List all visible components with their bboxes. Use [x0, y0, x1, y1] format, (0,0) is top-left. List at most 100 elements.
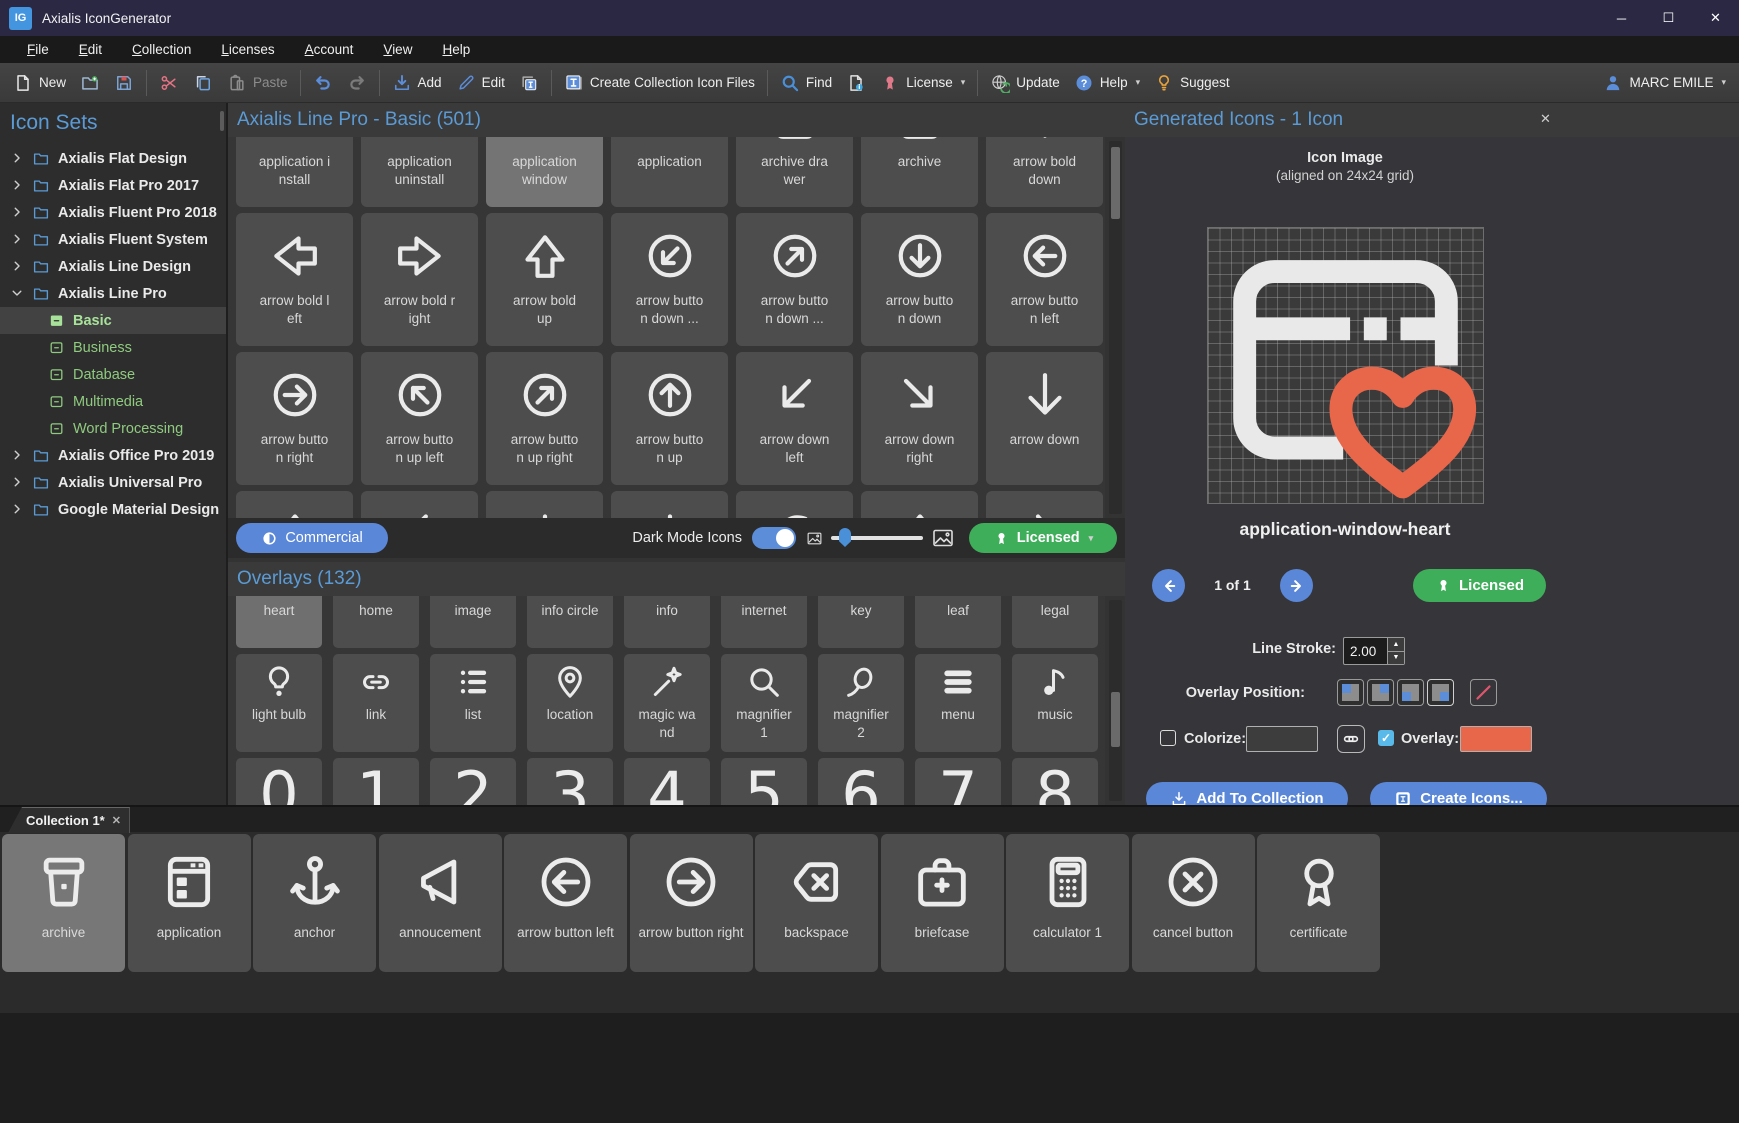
minimize-button[interactable]: ─	[1598, 0, 1645, 36]
icon-set-axialis-flat-pro-2017[interactable]: Axialis Flat Pro 2017	[0, 172, 226, 199]
overlay-tile-digit-3[interactable]: 3	[527, 758, 613, 805]
overlay-position-top-right-button[interactable]	[1367, 679, 1394, 706]
icon-set-axialis-line-design[interactable]: Axialis Line Design	[0, 253, 226, 280]
user-account-button[interactable]: MARC EMILE▾	[1596, 67, 1733, 99]
menu-account[interactable]: Account	[290, 42, 369, 57]
icon-subset-multimedia[interactable]: Multimedia	[0, 388, 226, 415]
overlay-tile-digit-2[interactable]: 2	[430, 758, 516, 805]
chevron-down-icon[interactable]: ▾	[961, 77, 966, 88]
overlay-tile-home[interactable]: home	[333, 596, 419, 648]
icon-tile-partial[interactable]	[361, 491, 478, 518]
icon-tile-application-uninstall[interactable]: application uninstall	[361, 137, 478, 207]
chevron-down-icon[interactable]: ▾	[1136, 77, 1141, 88]
icon-tile-application-install[interactable]: application install	[236, 137, 353, 207]
collection-tab[interactable]: Collection 1* ✕	[8, 807, 130, 833]
icon-tile-arrow-button-up-right[interactable]: arrow button up right	[486, 352, 603, 485]
overlay-position-bottom-right-button[interactable]	[1427, 679, 1454, 706]
menu-edit[interactable]: Edit	[64, 42, 117, 57]
overlay-tile-light-bulb[interactable]: light bulb	[236, 654, 322, 752]
update-button[interactable]: Update	[983, 67, 1067, 99]
chevron-down-icon[interactable]	[10, 286, 26, 302]
menu-licenses[interactable]: Licenses	[206, 42, 289, 57]
maximize-button[interactable]: ☐	[1645, 0, 1692, 36]
collection-tile-archive[interactable]: archive	[2, 834, 125, 972]
collection-tile-cancel-button[interactable]: cancel button	[1132, 834, 1255, 972]
menu-file[interactable]: File	[12, 42, 64, 57]
create-collection-button[interactable]: Create Collection Icon Files	[557, 67, 762, 99]
collection-tile-backspace[interactable]: backspace	[755, 834, 878, 972]
chevron-right-icon[interactable]	[10, 205, 26, 221]
file-info-button[interactable]	[839, 67, 873, 99]
overlay-tile-location[interactable]: location	[527, 654, 613, 752]
link-colors-button[interactable]	[1337, 725, 1365, 753]
icon-tile-partial[interactable]	[736, 491, 853, 518]
icon-tile-partial[interactable]	[986, 491, 1103, 518]
zoom-slider[interactable]	[831, 528, 923, 548]
find-button[interactable]: Find	[773, 67, 839, 99]
icon-tile-arrow-down-left[interactable]: arrow down left	[736, 352, 853, 485]
open-button[interactable]	[73, 67, 107, 99]
overlay-tile-legal[interactable]: legal	[1012, 596, 1098, 648]
suggest-button[interactable]: Suggest	[1147, 67, 1237, 99]
colorize-swatch[interactable]	[1246, 726, 1318, 752]
chevron-right-icon[interactable]	[10, 259, 26, 275]
copy-button[interactable]	[186, 67, 220, 99]
icon-tile-partial[interactable]	[611, 491, 728, 518]
overlay-tile-list[interactable]: list	[430, 654, 516, 752]
help-button[interactable]: ?Help▾	[1067, 67, 1147, 99]
chevron-right-icon[interactable]	[10, 448, 26, 464]
icon-tile-arrow-bold-right[interactable]: arrow bold right	[361, 213, 478, 346]
icon-grid-scrollbar[interactable]	[1109, 141, 1122, 514]
icon-set-axialis-fluent-system[interactable]: Axialis Fluent System	[0, 226, 226, 253]
overlay-tile-magic-wand[interactable]: magic wand	[624, 654, 710, 752]
chevron-right-icon[interactable]	[10, 232, 26, 248]
add-button[interactable]: Add	[385, 67, 449, 99]
icon-tile-arrow-button-down[interactable]: arrow button down	[861, 213, 978, 346]
overlay-tile-digit-5[interactable]: 5	[721, 758, 807, 805]
overlay-tile-info-circle[interactable]: info circle	[527, 596, 613, 648]
icon-set-axialis-line-pro[interactable]: Axialis Line Pro	[0, 280, 226, 307]
icon-tile-arrow-button-left[interactable]: arrow button left	[986, 213, 1103, 346]
licensed-badge-button[interactable]: Licensed	[1413, 569, 1546, 602]
duplicate-icon-button[interactable]	[512, 67, 546, 99]
icon-tile-arrow-bold-left[interactable]: arrow bold left	[236, 213, 353, 346]
overlay-tile-digit-8[interactable]: 8	[1012, 758, 1098, 805]
icon-tile-partial[interactable]	[486, 491, 603, 518]
overlays-scrollbar[interactable]	[1109, 600, 1122, 801]
icon-tile-arrow-bold-up[interactable]: arrow bold up	[486, 213, 603, 346]
icon-tile-arrow-button-right[interactable]: arrow button right	[236, 352, 353, 485]
icon-tile-arrow-down[interactable]: arrow down	[986, 352, 1103, 485]
icon-set-axialis-flat-design[interactable]: Axialis Flat Design	[0, 145, 226, 172]
icon-set-axialis-office-pro-2019[interactable]: Axialis Office Pro 2019	[0, 442, 226, 469]
overlay-position-bottom-left-button[interactable]	[1397, 679, 1424, 706]
new-button[interactable]: New	[6, 67, 73, 99]
chevron-right-icon[interactable]	[10, 502, 26, 518]
next-icon-button[interactable]	[1280, 569, 1313, 602]
overlay-tile-digit-0[interactable]: 0	[236, 758, 322, 805]
icon-subset-business[interactable]: Business	[0, 334, 226, 361]
overlay-tile-magnifier-1[interactable]: magnifier 1	[721, 654, 807, 752]
icon-tile-arrow-button-down-[interactable]: arrow button down ...	[611, 213, 728, 346]
line-stroke-spinner[interactable]: 2.00 ▲▼	[1343, 637, 1405, 665]
icon-set-axialis-universal-pro[interactable]: Axialis Universal Pro	[0, 469, 226, 496]
overlay-tile-digit-7[interactable]: 7	[915, 758, 1001, 805]
collection-tile-calculator-1[interactable]: calculator 1	[1006, 834, 1129, 972]
icon-subset-database[interactable]: Database	[0, 361, 226, 388]
overlay-tile-info[interactable]: info	[624, 596, 710, 648]
collection-tile-arrow-button-left[interactable]: arrow button left	[504, 834, 627, 972]
chevron-right-icon[interactable]	[10, 151, 26, 167]
collection-tile-arrow-button-right[interactable]: arrow button right	[630, 834, 753, 972]
spin-up-icon[interactable]: ▲	[1388, 638, 1404, 652]
overlay-swatch[interactable]	[1460, 726, 1532, 752]
save-button[interactable]	[107, 67, 141, 99]
collection-tile-briefcase[interactable]: briefcase	[881, 834, 1004, 972]
close-button[interactable]: ✕	[1692, 0, 1739, 36]
overlay-tile-heart[interactable]: heart	[236, 596, 322, 648]
commercial-button[interactable]: Commercial	[236, 523, 388, 553]
chevron-down-icon[interactable]: ▾	[1721, 77, 1726, 88]
icon-subset-word-processing[interactable]: Word Processing	[0, 415, 226, 442]
icon-set-google-material-design[interactable]: Google Material Design	[0, 496, 226, 523]
menu-view[interactable]: View	[368, 42, 427, 57]
menu-help[interactable]: Help	[427, 42, 485, 57]
overlay-slash-button[interactable]	[1470, 679, 1497, 706]
